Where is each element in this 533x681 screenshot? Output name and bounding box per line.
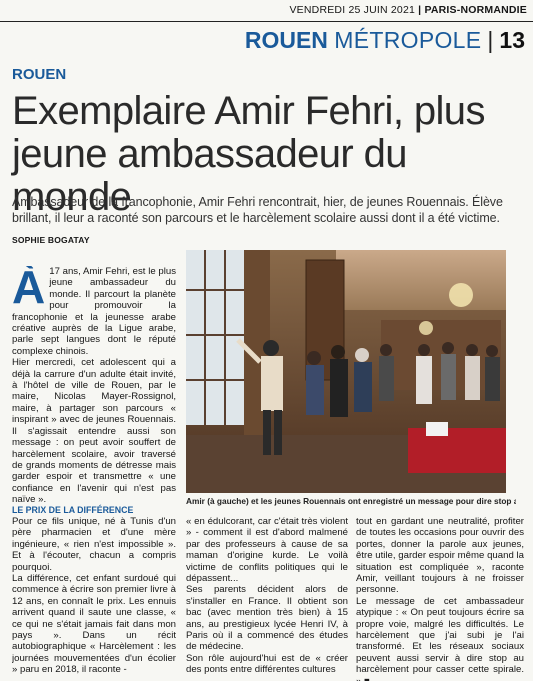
- photo-caption: Amir (à gauche) et les jeunes Rouennais …: [186, 496, 516, 506]
- article-column-2: « en édulcorant, car c'était très violen…: [186, 516, 348, 681]
- dateline: VENDREDI 25 JUIN 2021 | PARIS-NORMANDIE: [289, 4, 527, 16]
- paragraph: La différence, cet enfant surdoué qui co…: [12, 573, 176, 676]
- paragraph: Pour ce fils unique, né à Tunis d'un pèr…: [12, 516, 176, 573]
- drop-cap: À: [12, 266, 46, 313]
- section-header: ROUEN MÉTROPOLE | 13: [245, 26, 525, 54]
- article-column-1-top: À 17 ans, Amir Fehri, est le plus jeune …: [12, 266, 176, 502]
- article-column-1-bottom: Pour ce fils unique, né à Tunis d'un pèr…: [12, 516, 176, 681]
- photo-illustration: [186, 250, 506, 493]
- header-rule: [0, 21, 533, 22]
- paragraph: Hier mercredi, cet adolescent qui a déjà…: [12, 357, 176, 502]
- section-divider: |: [487, 27, 494, 53]
- paragraph: Son rôle aujourd'hui est de « créer des …: [186, 652, 348, 676]
- article-column-3: tout en gardant une neutralité, profiter…: [356, 516, 524, 681]
- newspaper-name: PARIS-NORMANDIE: [424, 4, 527, 16]
- article-photo: [186, 250, 506, 493]
- paragraph: tout en gardant une neutralité, profiter…: [356, 516, 524, 596]
- paragraph: Le message de cet ambassadeur atypique :…: [356, 595, 524, 681]
- section-subtitle: MÉTROPOLE: [334, 27, 482, 53]
- paragraph: Ses parents décident alors de s'installe…: [186, 584, 348, 653]
- article-subhead: LE PRIX DE LA DIFFÉRENCE: [12, 505, 134, 515]
- article-kicker: ROUEN: [12, 66, 67, 83]
- article-byline: SOPHIE BOGATAY: [12, 235, 90, 245]
- paragraph: « en édulcorant, car c'était très violen…: [186, 516, 348, 585]
- page-number: 13: [499, 27, 525, 53]
- section-city: ROUEN: [244, 27, 328, 53]
- article-standfirst: Ambassadeur de la francophonie, Amir Feh…: [12, 195, 503, 225]
- issue-date: VENDREDI 25 JUIN 2021: [289, 4, 416, 16]
